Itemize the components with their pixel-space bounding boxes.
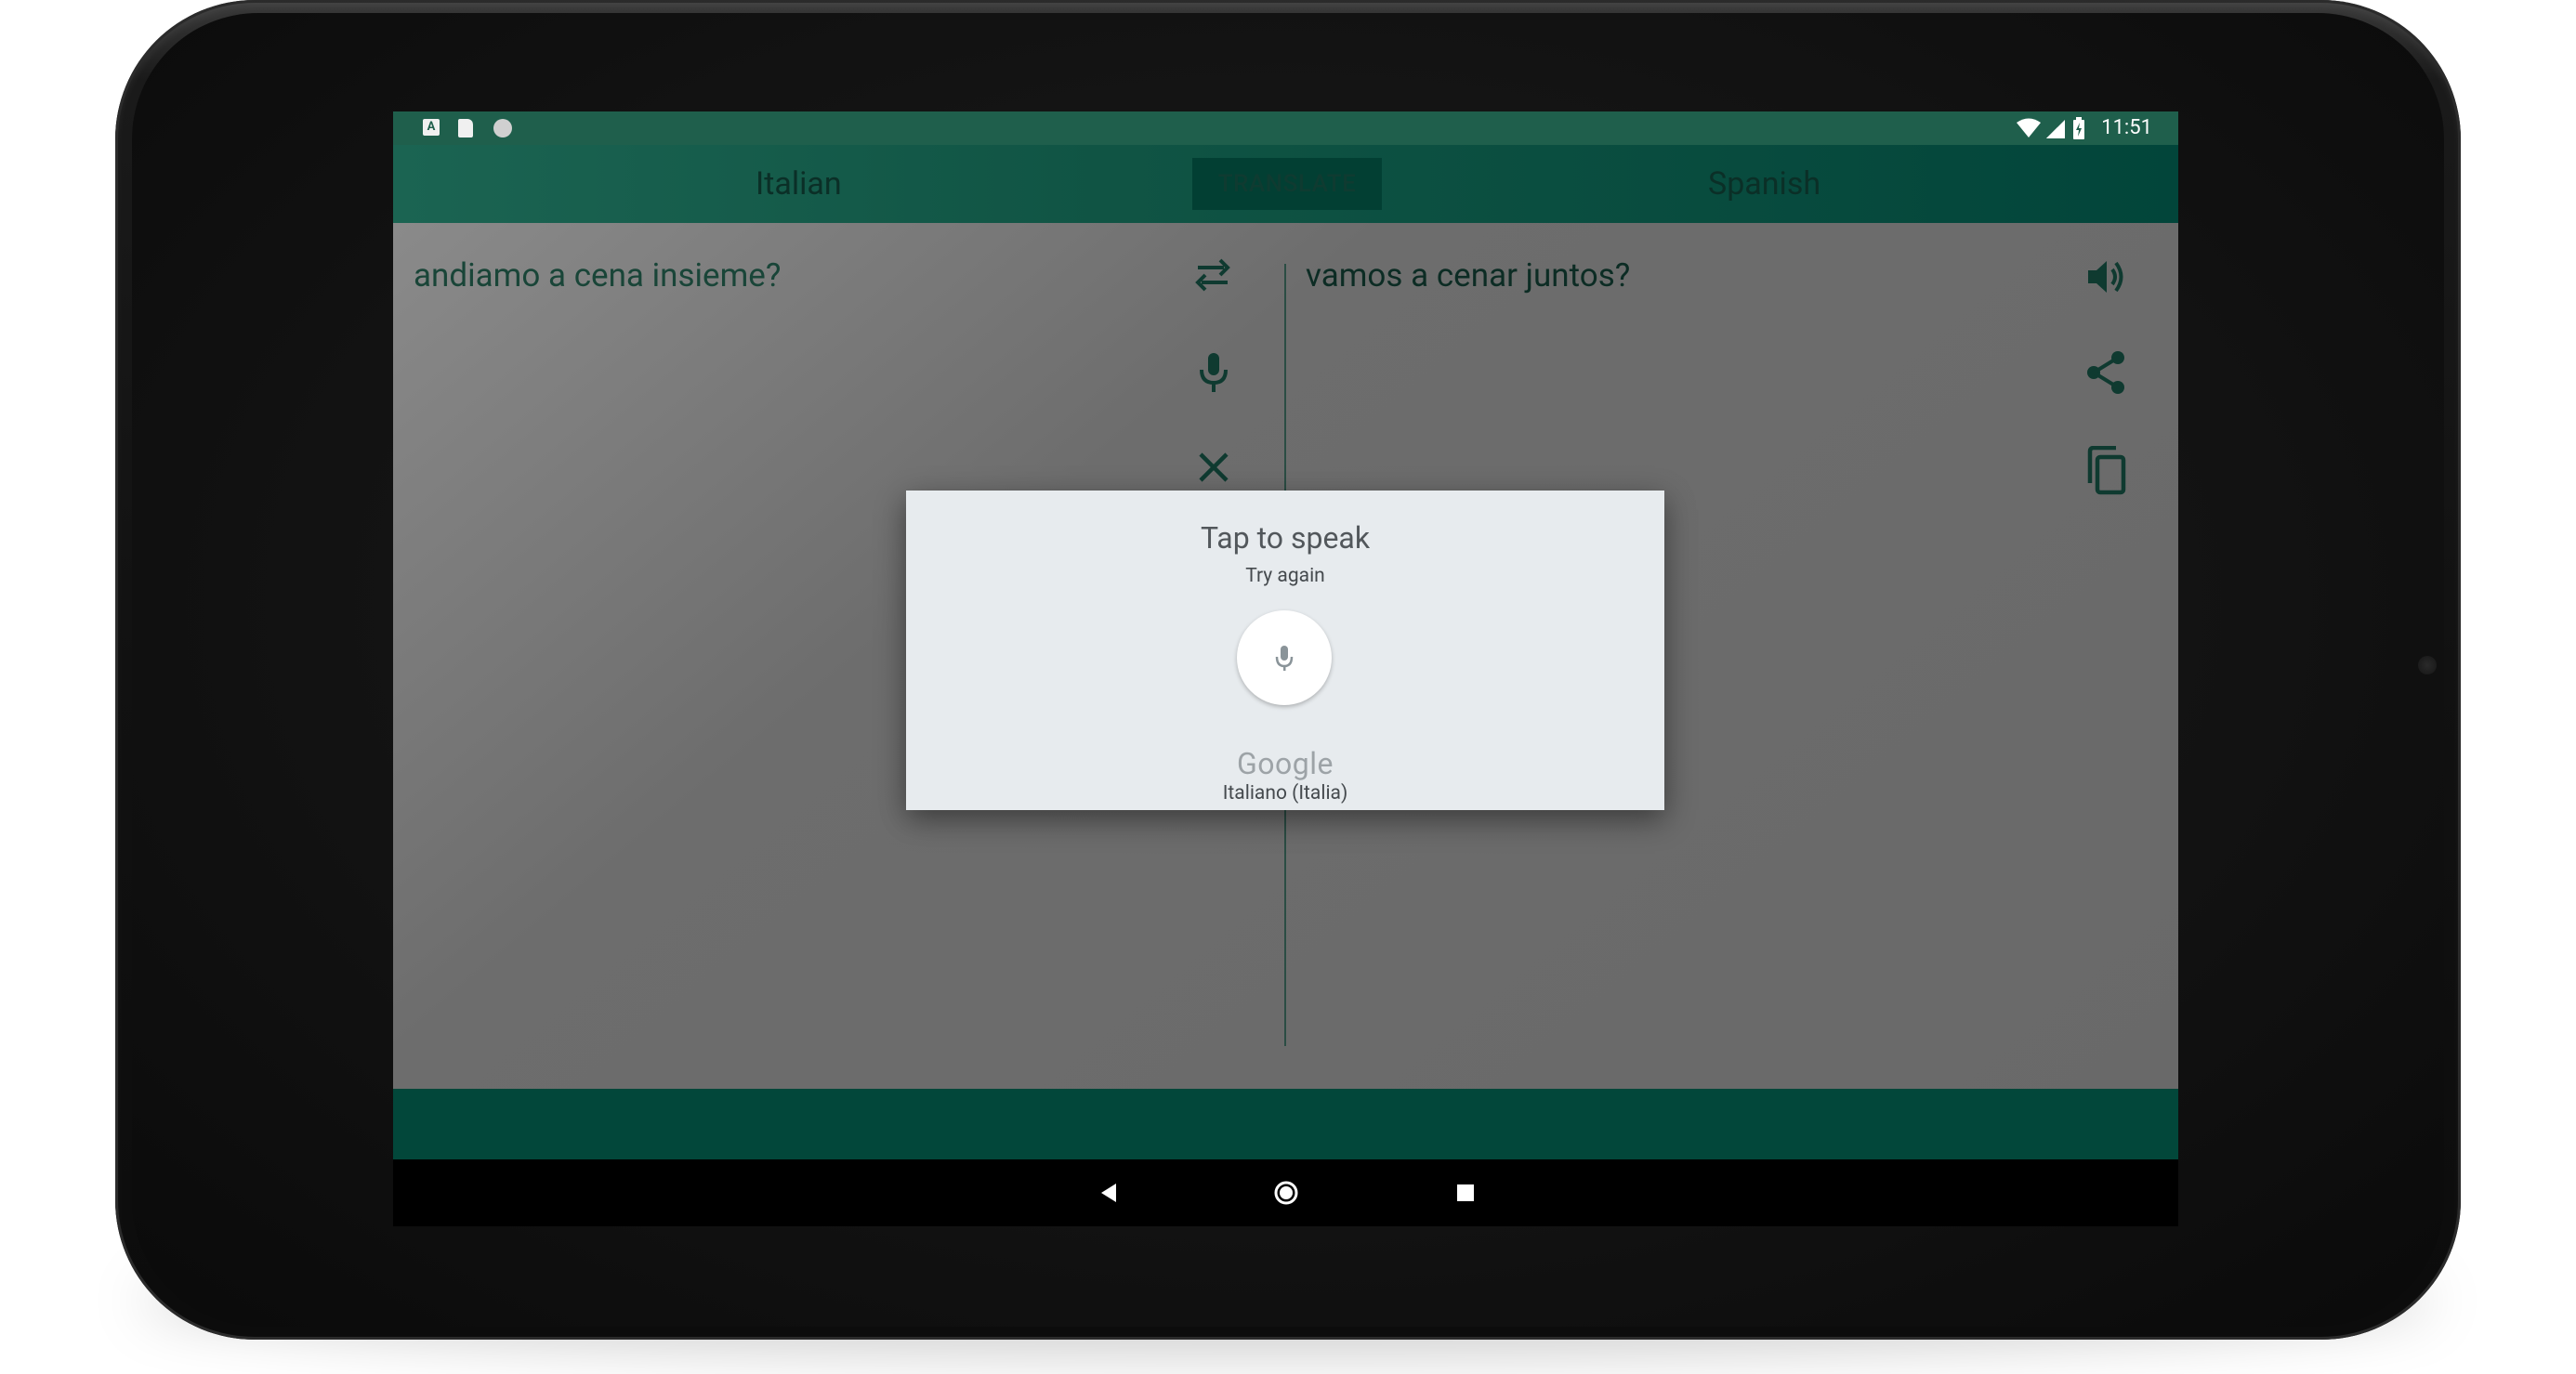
- microphone-icon[interactable]: [1198, 351, 1229, 394]
- speak-button[interactable]: [1237, 610, 1332, 705]
- status-bar: A 11:51: [393, 111, 2178, 145]
- sd-card-icon: [458, 119, 473, 137]
- system-navigation-bar: [393, 1159, 2178, 1226]
- copy-icon[interactable]: [2084, 446, 2127, 496]
- speech-input-dialog: Tap to speak Try again Google Italiano (…: [906, 491, 1664, 810]
- light-sensor-icon: [2418, 656, 2437, 674]
- dialog-title: Tap to speak: [1200, 520, 1371, 556]
- signal-icon: [2046, 120, 2065, 142]
- circle-icon: [493, 119, 512, 137]
- google-logo: Google: [1236, 746, 1334, 781]
- microphone-icon: [1275, 646, 1294, 671]
- recents-icon[interactable]: [1454, 1159, 1477, 1226]
- app-bar: Italian TRANSLATE Spanish: [393, 145, 2178, 223]
- speaker-icon[interactable]: [2086, 256, 2129, 297]
- text-a-icon: A: [423, 119, 440, 136]
- source-language-selector[interactable]: Italian: [756, 145, 842, 223]
- share-icon[interactable]: [2084, 349, 2127, 396]
- screen: A 11:51 Italian TRANSLATE Spanish andiam…: [393, 111, 2178, 1226]
- bottom-bar: [393, 1089, 2178, 1159]
- back-icon[interactable]: [1097, 1159, 1120, 1226]
- home-icon[interactable]: [1272, 1159, 1300, 1226]
- target-language-selector[interactable]: Spanish: [1708, 145, 1820, 223]
- source-text-input[interactable]: andiamo a cena insieme?: [414, 256, 781, 294]
- translated-text: vamos a cenar juntos?: [1306, 256, 1631, 294]
- translate-button[interactable]: TRANSLATE: [1192, 158, 1382, 210]
- swap-languages-icon[interactable]: [1192, 256, 1233, 294]
- battery-icon: [2072, 117, 2085, 143]
- dialog-subtitle: Try again: [1245, 565, 1325, 587]
- wifi-icon: [2017, 118, 2041, 142]
- status-time: 11:51: [2101, 116, 2152, 139]
- clear-icon[interactable]: [1198, 451, 1229, 483]
- recognition-language[interactable]: Italiano (Italia): [906, 782, 1664, 805]
